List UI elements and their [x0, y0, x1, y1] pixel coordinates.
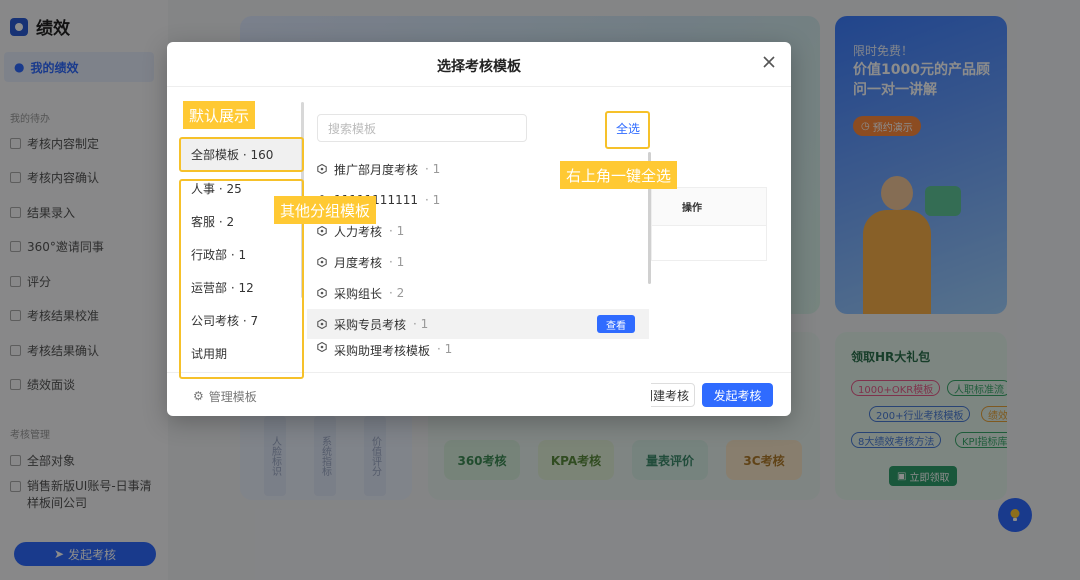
template-name: 人力考核: [334, 224, 383, 239]
template-row[interactable]: 采购组长 · 2: [307, 278, 649, 308]
launch-button[interactable]: 发起考核: [702, 383, 773, 407]
header-divider: [167, 86, 791, 87]
template-row[interactable]: 采购专员考核 · 1 查看: [307, 309, 649, 339]
close-icon[interactable]: [761, 54, 777, 70]
search-input[interactable]: 搜索模板: [317, 114, 527, 142]
template-count: · 1: [413, 317, 429, 331]
template-count: · 1: [424, 193, 441, 207]
annotation-default-show: 默认展示: [183, 101, 256, 129]
template-name: 推广部月度考核: [334, 162, 419, 177]
template-icon: [317, 226, 327, 236]
template-icon: [317, 257, 327, 267]
annotation-box-select-all: [605, 111, 650, 149]
template-count: · 1: [425, 162, 441, 176]
template-count: · 1: [389, 224, 405, 238]
annotation-select-all: 右上角一键全选: [560, 161, 678, 189]
template-name: 采购专员考核: [334, 317, 407, 332]
template-icon: [317, 319, 327, 329]
view-button[interactable]: 查看: [597, 315, 635, 333]
template-name: 采购助理考核模板: [334, 344, 431, 356]
template-icon: [317, 288, 327, 298]
selected-table: 操作: [651, 187, 767, 261]
template-row[interactable]: 月度考核 · 1: [307, 247, 649, 277]
gear-icon: ⚙: [193, 389, 204, 403]
template-count: · 1: [389, 255, 405, 269]
template-name: 月度考核: [334, 255, 383, 270]
annotation-other-groups: 其他分组模板: [274, 196, 377, 224]
op-column-header: 操作: [652, 188, 766, 226]
template-icon: [317, 164, 327, 174]
template-count: · 2: [389, 286, 405, 300]
template-icon: [317, 342, 327, 352]
manage-templates-link[interactable]: ⚙ 管理模板: [181, 382, 651, 410]
template-name: 采购组长: [334, 286, 383, 301]
modal-title: 选择考核模板: [437, 59, 521, 75]
annotation-box-default: [179, 137, 304, 172]
template-row[interactable]: 采购助理考核模板 · 1: [307, 342, 649, 356]
template-count: · 1: [437, 342, 453, 356]
